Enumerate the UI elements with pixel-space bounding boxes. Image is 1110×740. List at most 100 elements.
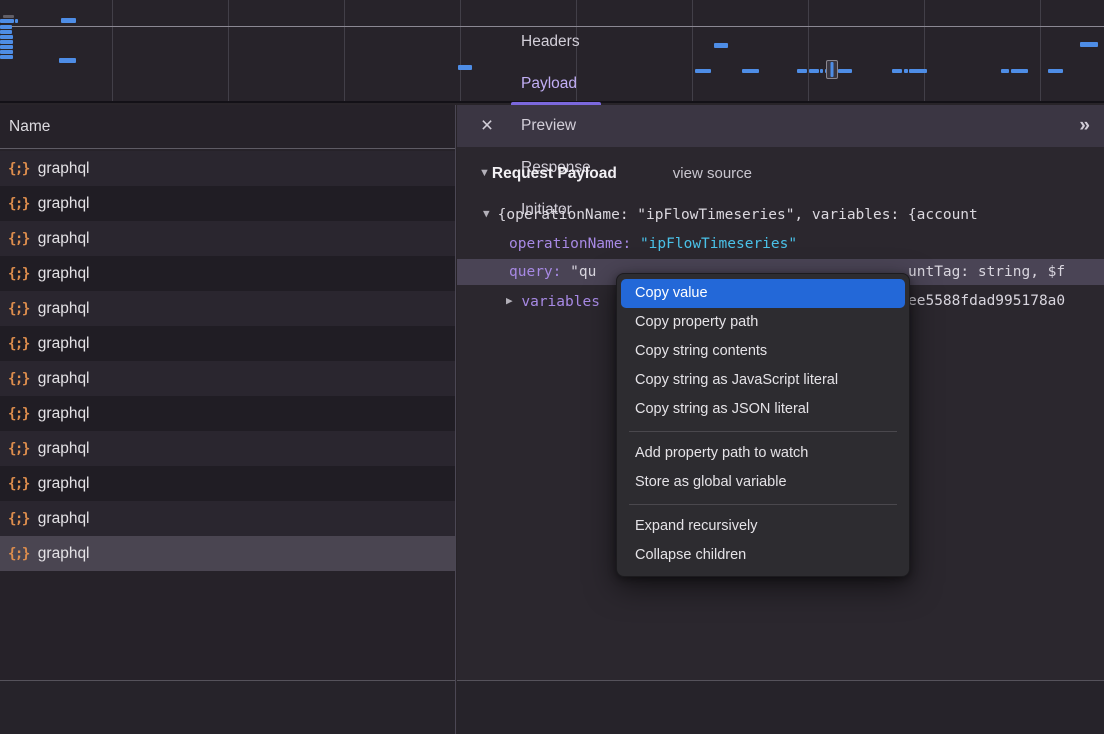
request-name: graphql — [38, 160, 90, 178]
context-menu-item-copy-value[interactable]: Copy value — [621, 279, 905, 308]
requests-list: {;} graphql {;} graphql {;} graphql {;} graphql… — [0, 151, 455, 571]
waterfall-bar — [838, 69, 852, 73]
request-name: graphql — [38, 510, 90, 528]
request-row[interactable]: {;}graphql — [0, 151, 455, 186]
waterfall-bar — [892, 69, 902, 73]
request-name: graphql — [38, 265, 90, 283]
menu-separator — [629, 431, 897, 432]
property-value: "ipFlowTimeseries" — [640, 236, 797, 252]
waterfall-bar — [809, 69, 819, 73]
gridline — [344, 0, 345, 101]
json-icon: {;} — [8, 476, 29, 492]
waterfall-bar — [695, 69, 711, 73]
context-menu-item-copy-string-as-javascript-literal[interactable]: Copy string as JavaScript literal — [617, 366, 909, 395]
json-icon: {;} — [8, 231, 29, 247]
waterfall-bar — [0, 45, 13, 49]
json-icon: {;} — [8, 546, 29, 562]
tab-payload[interactable]: Payload — [505, 63, 607, 105]
context-menu-item-collapse-children[interactable]: Collapse children — [617, 541, 909, 570]
details-tabbar: × HeadersPayloadPreviewResponseInitiator… — [457, 105, 1104, 147]
json-icon: {;} — [8, 266, 29, 282]
payload-summary-row[interactable]: ▼ {operationName: "ipFlowTimeseries", var… — [457, 201, 1104, 227]
request-name: graphql — [38, 475, 90, 493]
property-value-fragment: ee5588fdad995178a0 — [908, 288, 1065, 314]
request-row[interactable]: {;}graphql — [0, 326, 455, 361]
json-icon: {;} — [8, 511, 29, 527]
waterfall-bar — [1011, 69, 1028, 73]
name-column-header[interactable]: Name — [0, 105, 455, 149]
property-value-fragment: untTag: string, $f — [908, 259, 1065, 285]
context-menu-item-copy-string-as-json-literal[interactable]: Copy string as JSON literal — [617, 395, 909, 424]
request-name: graphql — [38, 405, 90, 423]
request-name: graphql — [38, 440, 90, 458]
waterfall-bar — [1001, 69, 1009, 73]
json-icon: {;} — [8, 441, 29, 457]
property-key: operationName: — [509, 236, 631, 252]
property-value-start: "qu — [570, 264, 596, 280]
status-bar-left — [0, 680, 455, 734]
context-menu-item-store-as-global-variable[interactable]: Store as global variable — [617, 468, 909, 497]
waterfall-bar — [0, 50, 13, 54]
chevron-double-right-icon: » — [1079, 115, 1088, 136]
waterfall-bar — [742, 69, 759, 73]
request-row[interactable]: {;} graphql — [0, 221, 455, 256]
disclosure-triangle-icon[interactable]: ▼ — [483, 207, 490, 220]
json-icon: {;} — [8, 406, 29, 422]
more-tabs-button[interactable]: » — [1079, 115, 1088, 137]
request-name: graphql — [38, 370, 90, 388]
menu-separator — [629, 504, 897, 505]
json-icon: {;} — [8, 371, 29, 387]
waterfall-bar — [0, 40, 13, 44]
payload-summary-text: {operationName: "ipFlowTimeseries", vari… — [498, 207, 978, 223]
request-payload-section-header: ▼Request Payload view source — [479, 165, 752, 183]
gridline — [460, 0, 461, 101]
context-menu-item-copy-string-contents[interactable]: Copy string contents — [617, 337, 909, 366]
gridline — [1040, 0, 1041, 101]
context-menu: Copy valueCopy property pathCopy string … — [616, 273, 910, 577]
gridline — [228, 0, 229, 101]
waterfall-bar — [0, 19, 14, 23]
waterfall-bar — [714, 43, 728, 48]
status-bar-right — [457, 680, 1104, 734]
waterfall-bar — [15, 19, 18, 23]
request-name: graphql — [38, 300, 90, 318]
waterfall-bar — [797, 69, 807, 73]
waterfall-bar — [0, 35, 13, 39]
tab-preview[interactable]: Preview — [505, 105, 607, 147]
waterfall-bar — [904, 69, 908, 73]
request-row[interactable]: {;} graphql — [0, 256, 455, 291]
waterfall-bar — [909, 69, 927, 73]
waterfall-bar — [61, 18, 76, 23]
waterfall-bar — [0, 30, 12, 34]
gridline — [808, 0, 809, 101]
section-title: Request Payload — [492, 165, 617, 182]
payload-row-operationname[interactable]: operationName: "ipFlowTimeseries" — [457, 231, 1104, 257]
request-row[interactable]: {;} graphql — [0, 501, 455, 536]
request-row[interactable]: {;} graphql — [0, 431, 455, 466]
property-key: query: — [509, 264, 561, 280]
disclosure-triangle-icon[interactable]: ▶ — [506, 294, 513, 307]
overview-scrubber[interactable] — [826, 60, 838, 79]
request-row[interactable]: {;} graphql — [0, 396, 455, 431]
gridline — [924, 0, 925, 101]
view-source-link[interactable]: view source — [673, 165, 752, 182]
context-menu-item-expand-recursively[interactable]: Expand recursively — [617, 512, 909, 541]
request-row[interactable]: {;} graphql — [0, 361, 455, 396]
gridline — [692, 0, 693, 101]
tab-headers[interactable]: Headers — [505, 21, 607, 63]
json-icon: {;} — [8, 196, 29, 212]
request-name: graphql — [38, 195, 90, 213]
waterfall-bar — [59, 58, 76, 63]
request-row[interactable]: {;}graphql — [0, 536, 455, 571]
waterfall-bar — [458, 65, 472, 70]
disclosure-triangle-icon[interactable]: ▼ — [479, 167, 490, 179]
request-name: graphql — [38, 230, 90, 248]
request-row[interactable]: {;} graphql — [0, 466, 455, 501]
request-row[interactable]: {;}graphql — [0, 291, 455, 326]
request-row[interactable]: {;} graphql — [0, 186, 455, 221]
context-menu-item-copy-property-path[interactable]: Copy property path — [617, 308, 909, 337]
request-name: graphql — [38, 335, 90, 353]
close-icon: × — [481, 114, 493, 138]
close-panel-button[interactable]: × — [469, 105, 505, 147]
context-menu-item-add-property-path-to-watch[interactable]: Add property path to watch — [617, 439, 909, 468]
